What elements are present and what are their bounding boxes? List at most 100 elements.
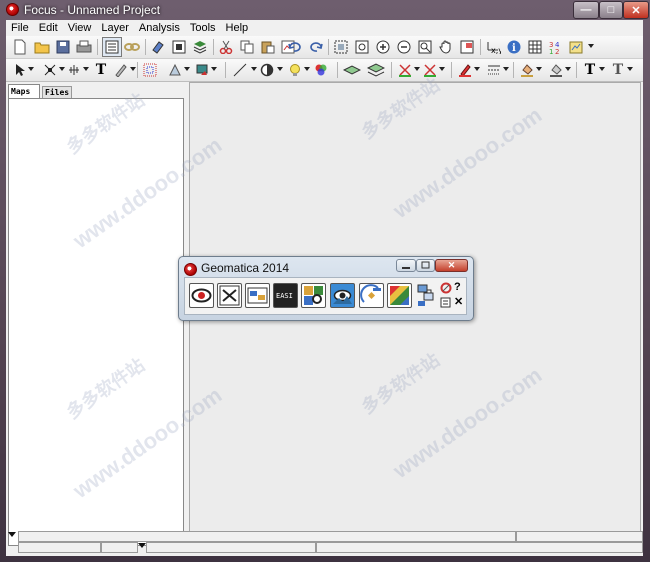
font-dropdown-icon[interactable] xyxy=(599,67,605,71)
zoom-in-icon[interactable] xyxy=(375,39,391,55)
minimize-button[interactable]: — xyxy=(573,1,599,19)
close-button[interactable]: ✕ xyxy=(623,1,649,19)
focus-icon[interactable] xyxy=(189,283,214,308)
node-dropdown-icon[interactable] xyxy=(59,67,65,71)
satellite-icon[interactable] xyxy=(359,283,384,308)
xy-icon[interactable]: x,y xyxy=(485,39,501,55)
maps-tree[interactable] xyxy=(8,98,184,546)
bulb-icon[interactable] xyxy=(287,62,303,78)
font2-icon[interactable]: T xyxy=(610,62,626,78)
fill-icon[interactable] xyxy=(194,62,210,78)
shape-icon[interactable] xyxy=(167,62,183,78)
help-button[interactable]: ? xyxy=(454,281,461,293)
mosaic-icon[interactable] xyxy=(301,283,326,308)
font2-dropdown-icon[interactable] xyxy=(627,67,633,71)
easi-icon[interactable]: EASI xyxy=(273,283,298,308)
fill-dropdown-icon[interactable] xyxy=(211,67,217,71)
area-icon[interactable] xyxy=(171,39,187,55)
menu-edit[interactable]: Edit xyxy=(34,20,63,36)
copy-icon[interactable] xyxy=(239,39,255,55)
cross-dropdown-icon[interactable] xyxy=(439,67,445,71)
link-icon[interactable] xyxy=(124,39,140,55)
info-icon[interactable]: i xyxy=(506,39,522,55)
scale-dropdown-icon[interactable] xyxy=(138,543,146,548)
numbers-icon[interactable]: 3412 xyxy=(548,39,564,55)
shape-dropdown-icon[interactable] xyxy=(184,67,190,71)
ellipse-icon[interactable] xyxy=(259,62,275,78)
layer-stack2-icon[interactable] xyxy=(366,62,386,78)
line-color-icon[interactable] xyxy=(548,62,564,78)
open-icon[interactable] xyxy=(34,39,50,55)
new-icon[interactable] xyxy=(12,39,28,55)
paste-icon[interactable] xyxy=(260,39,276,55)
line-dropdown-icon[interactable] xyxy=(251,67,257,71)
table-icon[interactable] xyxy=(527,39,543,55)
grid-dropdown-icon[interactable] xyxy=(83,67,89,71)
title-bar[interactable]: Focus - Unnamed Project — □ ✕ xyxy=(0,0,650,20)
ortho-icon[interactable] xyxy=(245,283,270,308)
maximize-button[interactable]: □ xyxy=(599,1,623,19)
report-dropdown-icon[interactable] xyxy=(588,44,594,48)
colors-icon[interactable] xyxy=(313,62,329,78)
snap-dropdown-icon[interactable] xyxy=(414,67,420,71)
select-icon[interactable] xyxy=(12,62,28,78)
notes-icon[interactable] xyxy=(440,296,452,308)
overview-icon[interactable] xyxy=(459,39,475,55)
ellipse-dropdown-icon[interactable] xyxy=(277,67,283,71)
menu-view[interactable]: View xyxy=(63,20,97,36)
bulb-dropdown-icon[interactable] xyxy=(304,67,310,71)
paint-icon[interactable] xyxy=(113,62,129,78)
paint-dropdown-icon[interactable] xyxy=(130,67,136,71)
dotted-select-icon[interactable] xyxy=(142,62,158,78)
line-style-icon[interactable] xyxy=(486,62,502,78)
close-launcher-button[interactable]: ✕ xyxy=(454,295,463,308)
select-dropdown-icon[interactable] xyxy=(28,67,34,71)
report-icon[interactable] xyxy=(569,39,585,55)
chip-icon[interactable] xyxy=(387,283,412,308)
node-icon[interactable] xyxy=(42,62,58,78)
redo-icon[interactable] xyxy=(308,39,324,55)
algorithm-icon[interactable] xyxy=(416,282,438,308)
layer-stack-icon[interactable] xyxy=(342,62,362,78)
map-view-icon[interactable] xyxy=(102,37,122,57)
pan-icon[interactable] xyxy=(438,39,454,55)
cut-icon[interactable] xyxy=(218,39,234,55)
pen-icon[interactable] xyxy=(457,62,473,78)
snap-icon[interactable] xyxy=(397,62,413,78)
tab-files[interactable]: Files xyxy=(42,86,72,98)
text-icon[interactable]: T xyxy=(93,62,109,78)
eraser-icon[interactable] xyxy=(150,39,166,55)
print-icon[interactable] xyxy=(76,39,92,55)
save-icon[interactable] xyxy=(55,39,71,55)
menu-layer[interactable]: Layer xyxy=(96,20,134,36)
menu-tools[interactable]: Tools xyxy=(185,20,221,36)
cross-icon[interactable] xyxy=(422,62,438,78)
status-dropdown-icon[interactable] xyxy=(8,532,16,537)
menu-file[interactable]: File xyxy=(6,20,34,36)
zoom-extent-icon[interactable] xyxy=(333,39,349,55)
zoom-out-icon[interactable] xyxy=(396,39,412,55)
menu-help[interactable]: Help xyxy=(221,20,254,36)
menu-analysis[interactable]: Analysis xyxy=(134,20,185,36)
line-icon[interactable] xyxy=(232,62,248,78)
line-style-dropdown-icon[interactable] xyxy=(503,67,509,71)
geomatica-close-button[interactable]: ✕ xyxy=(435,259,468,272)
zoom-box-icon[interactable] xyxy=(354,39,370,55)
pen-dropdown-icon[interactable] xyxy=(474,67,480,71)
fill-color-dropdown-icon[interactable] xyxy=(536,67,542,71)
geomatica-dialog[interactable]: Geomatica 2014 ✕ EASI ? ✕ xyxy=(178,256,474,321)
line-color-dropdown-icon[interactable] xyxy=(565,67,571,71)
geomatica-maximize-button[interactable] xyxy=(416,259,435,272)
geomatica-minimize-button[interactable] xyxy=(396,259,416,272)
modeler-icon[interactable] xyxy=(217,283,242,308)
tab-maps[interactable]: Maps xyxy=(8,84,40,98)
fill-color-icon[interactable] xyxy=(519,62,535,78)
focus-app-icon[interactable] xyxy=(6,3,19,16)
undo-icon[interactable] xyxy=(287,39,303,55)
layers-icon[interactable] xyxy=(192,39,208,55)
grid-icon[interactable] xyxy=(66,62,82,78)
font-icon[interactable]: T xyxy=(582,62,598,78)
zoom-fit-icon[interactable] xyxy=(417,39,433,55)
view-icon[interactable] xyxy=(330,283,355,308)
settings-icon[interactable] xyxy=(440,282,452,294)
